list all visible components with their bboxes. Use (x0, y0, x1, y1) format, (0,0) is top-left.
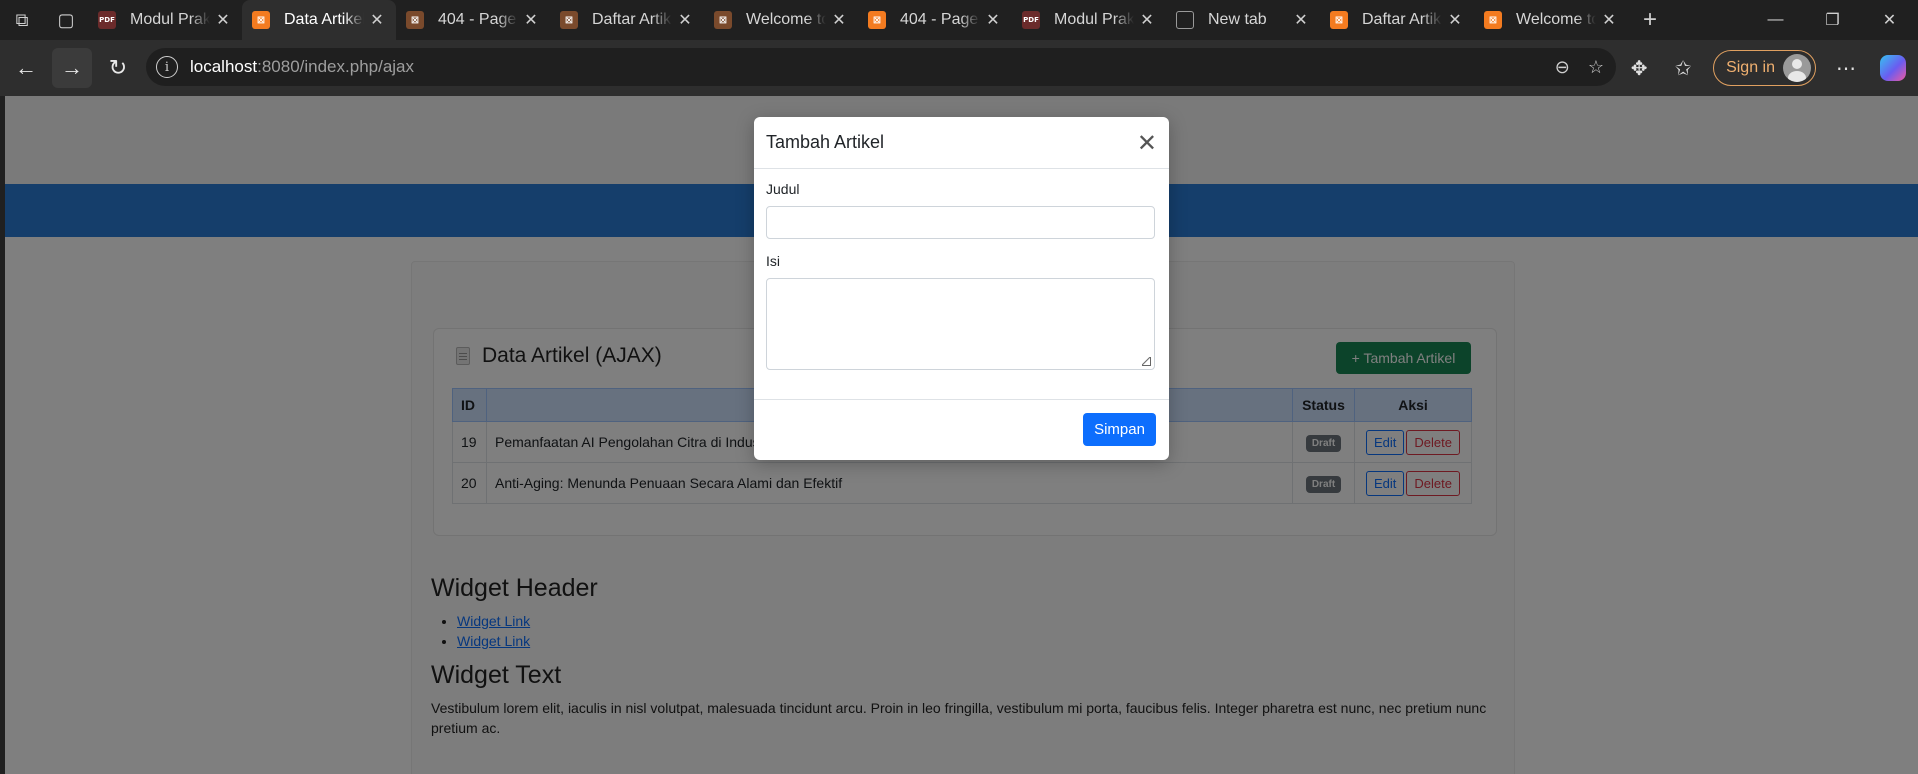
zoom-out-icon[interactable]: ⊖ (1555, 57, 1570, 78)
copilot-icon[interactable] (1880, 55, 1906, 81)
browser-toolbar: ← → ↻ i localhost:8080/index.php/ajax ⊖ … (0, 40, 1918, 96)
toolbar-right: ✥ ✩ Sign in ⋯ (1617, 48, 1918, 88)
favorites-icon[interactable]: ✩ (1661, 48, 1705, 88)
browser-window: ⧉ ▢ PDFModul Praktikum✕⊠Data Artikel✕⊠40… (0, 0, 1918, 774)
workspaces-icon[interactable]: ⧉ (0, 0, 44, 40)
tab-title: New tab (1208, 11, 1267, 28)
sign-in-button[interactable]: Sign in (1713, 50, 1816, 86)
modal-body: Judul Isi (754, 169, 1169, 370)
tab-404-page-not-found[interactable]: ⊠ 404 - Page Not Found✕ (396, 0, 550, 40)
close-tab-icon[interactable]: ✕ (1292, 10, 1310, 30)
close-tab-icon[interactable]: ✕ (368, 10, 386, 30)
xampp-icon: ⊠ (1484, 11, 1502, 29)
tab-daftar-artikel[interactable]: ⊠ Daftar Artikel✕ (550, 0, 704, 40)
xampp-icon: ⊠ (406, 11, 424, 29)
more-menu-icon[interactable]: ⋯ (1824, 48, 1868, 88)
tab-title: Modul Praktikum (130, 11, 210, 28)
judul-input[interactable] (766, 206, 1155, 239)
modal-header: Tambah Artikel ✕ (754, 117, 1169, 169)
url-text[interactable]: localhost:8080/index.php/ajax (190, 57, 414, 77)
save-button[interactable]: Simpan (1083, 413, 1156, 446)
address-bar-actions: ⊖ ☆ (1555, 48, 1604, 86)
tab-title: Modul Praktikum (1054, 11, 1134, 28)
avatar-icon (1783, 54, 1811, 82)
tab-title: Data Artikel (284, 11, 364, 28)
tab-title: 404 - Page Not Found (438, 11, 518, 28)
tab-new-tab[interactable]: New tab ✕ (1166, 0, 1320, 40)
close-tab-icon[interactable]: ✕ (830, 10, 848, 30)
tab-modul-praktikum[interactable]: PDF Modul Praktikum✕ (88, 0, 242, 40)
xampp-icon: ⊠ (1330, 11, 1348, 29)
xampp-icon: ⊠ (252, 11, 270, 29)
site-info-icon[interactable]: i (156, 56, 178, 78)
restore-icon[interactable]: ❐ (1804, 0, 1861, 40)
xampp-icon: ⊠ (868, 11, 886, 29)
window-controls: — ❐ ✕ (1747, 0, 1918, 40)
close-tab-icon[interactable]: ✕ (214, 10, 232, 30)
close-tab-icon[interactable]: ✕ (984, 10, 1002, 30)
judul-label: Judul (766, 181, 800, 197)
isi-textarea[interactable] (766, 278, 1155, 370)
tab-welcome-to-codeigniter[interactable]: ⊠ Welcome to CodeIgniter✕ (1474, 0, 1628, 40)
tab-title: Daftar Artikel (592, 11, 672, 28)
isi-label: Isi (766, 253, 780, 269)
newtab-icon (1176, 11, 1194, 29)
tab-title: Daftar Artikel (1362, 11, 1442, 28)
back-icon[interactable]: ← (6, 48, 46, 88)
tab-modul-praktikum[interactable]: PDF Modul Praktikum✕ (1012, 0, 1166, 40)
add-article-modal: Tambah Artikel ✕ Judul Isi Simpan (754, 117, 1169, 460)
address-bar[interactable]: i localhost:8080/index.php/ajax ⊖ ☆ (146, 48, 1616, 86)
close-tab-icon[interactable]: ✕ (676, 10, 694, 30)
close-icon[interactable]: ✕ (1137, 131, 1157, 155)
tab-list: PDFModul Praktikum✕⊠Data Artikel✕⊠404 - … (88, 0, 1628, 40)
modal-footer: Simpan (754, 399, 1169, 460)
tab-title: Welcome to CodeIgniter (1516, 11, 1596, 28)
forward-icon[interactable]: → (52, 48, 92, 88)
reload-icon[interactable]: ↻ (98, 48, 138, 88)
xampp-icon: ⊠ (560, 11, 578, 29)
minimize-icon[interactable]: — (1747, 0, 1804, 40)
vertical-tabs-icon[interactable]: ▢ (44, 0, 88, 40)
close-tab-icon[interactable]: ✕ (1600, 10, 1618, 30)
favorite-star-icon[interactable]: ☆ (1588, 57, 1604, 78)
pdf-icon: PDF (1022, 11, 1040, 29)
close-tab-icon[interactable]: ✕ (522, 10, 540, 30)
close-tab-icon[interactable]: ✕ (1138, 10, 1156, 30)
url-path: :8080/index.php/ajax (257, 57, 415, 76)
extensions-icon[interactable]: ✥ (1617, 48, 1661, 88)
tab-404-page-not-found[interactable]: ⊠ 404 - Page Not Found✕ (858, 0, 1012, 40)
tab-welcome-to-codeigniter[interactable]: ⊠ Welcome to CodeIgniter✕ (704, 0, 858, 40)
new-tab-button[interactable]: + (1628, 0, 1672, 40)
tab-strip: ⧉ ▢ PDFModul Praktikum✕⊠Data Artikel✕⊠40… (0, 0, 1918, 40)
tab-title: Welcome to CodeIgniter (746, 11, 826, 28)
sign-in-label: Sign in (1726, 59, 1775, 76)
close-window-icon[interactable]: ✕ (1861, 0, 1918, 40)
tab-data-artikel[interactable]: ⊠ Data Artikel ✕ (242, 0, 396, 40)
tab-title: 404 - Page Not Found (900, 11, 980, 28)
pdf-icon: PDF (98, 11, 116, 29)
web-page: Data Artikel (AJAX) + Tambah Artikel ID … (5, 96, 1918, 774)
xampp-icon: ⊠ (714, 11, 732, 29)
url-host: localhost (190, 57, 258, 76)
tab-daftar-artikel[interactable]: ⊠ Daftar Artikel✕ (1320, 0, 1474, 40)
close-tab-icon[interactable]: ✕ (1446, 10, 1464, 30)
modal-title: Tambah Artikel (766, 132, 885, 152)
